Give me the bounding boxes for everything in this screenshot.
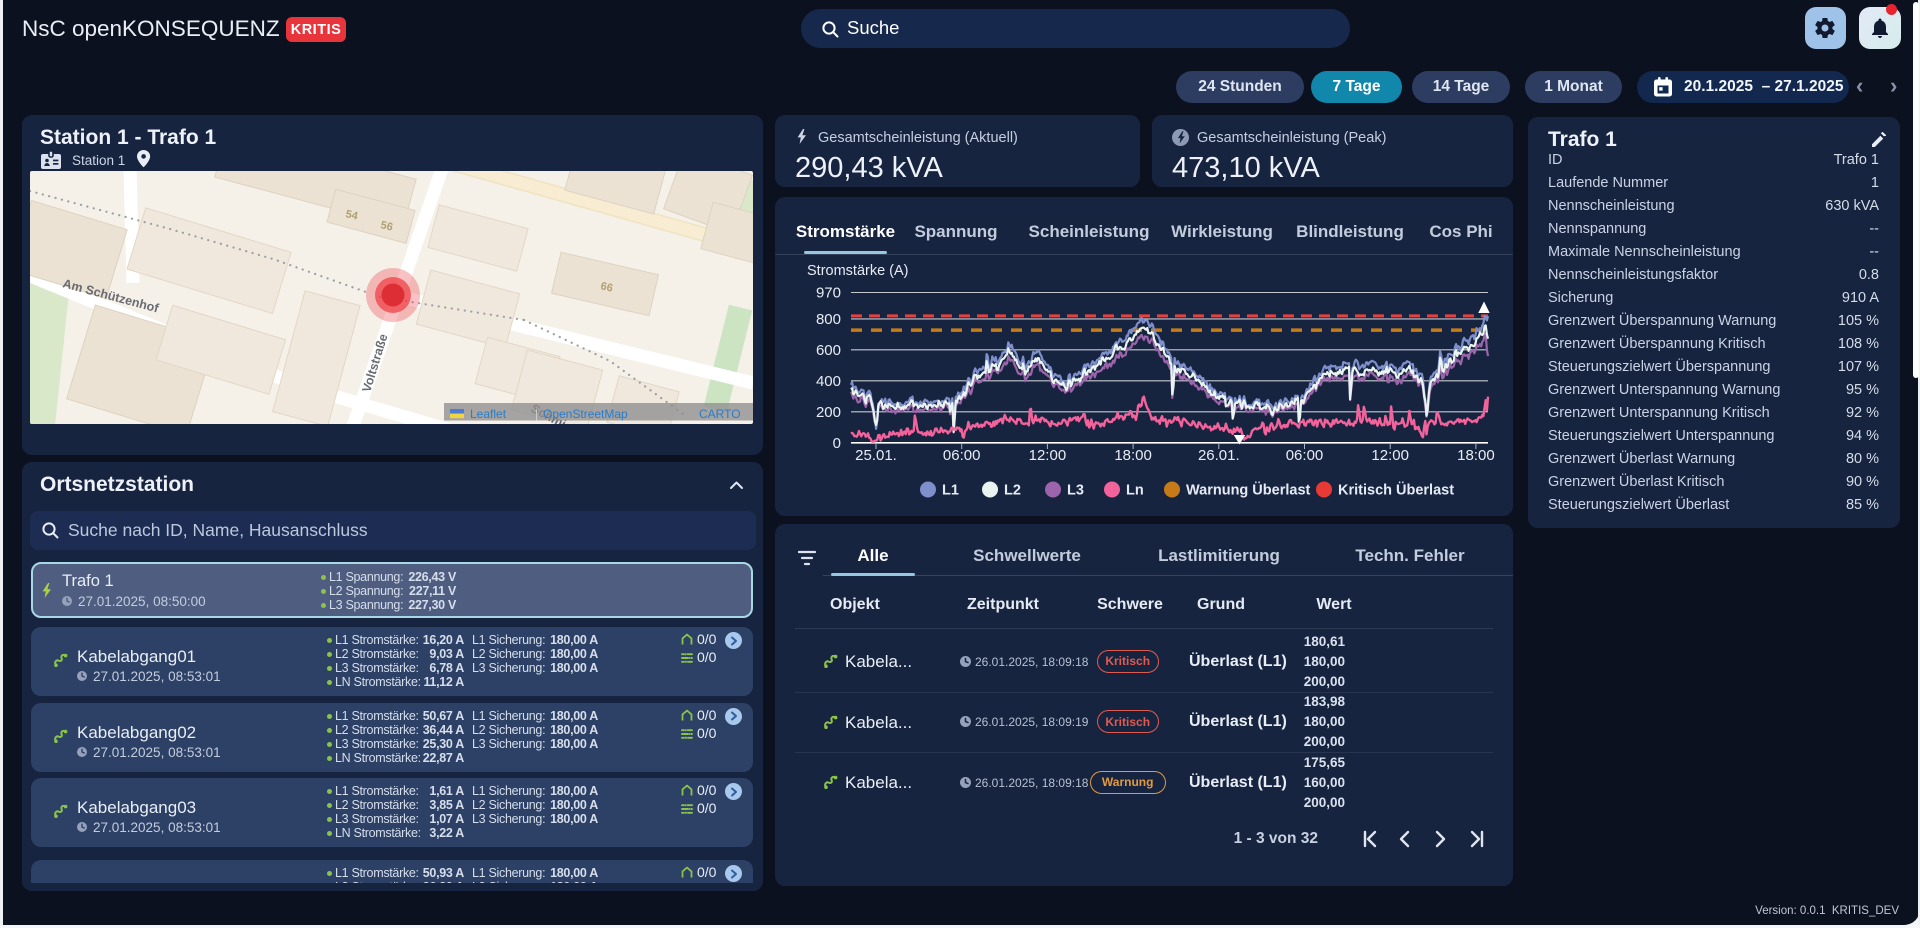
svg-text:18:00: 18:00: [1457, 447, 1495, 464]
svg-text:200: 200: [816, 404, 841, 421]
svg-text:26.01.: 26.01.: [1198, 447, 1240, 464]
svg-text:Ln: Ln: [1126, 483, 1144, 499]
svg-text:800: 800: [816, 311, 841, 328]
svg-text:12:00: 12:00: [1029, 447, 1067, 464]
svg-text:600: 600: [816, 342, 841, 359]
svg-text:Stromstärke (A): Stromstärke (A): [807, 263, 909, 279]
svg-text:06:00: 06:00: [943, 447, 981, 464]
svg-text:CARTO: CARTO: [699, 407, 741, 421]
svg-text:25.01.: 25.01.: [855, 447, 897, 464]
svg-text:18:00: 18:00: [1114, 447, 1152, 464]
svg-text:970: 970: [816, 285, 841, 302]
svg-text:|: |: [535, 407, 538, 421]
svg-text:L3: L3: [1067, 483, 1084, 499]
svg-text:L1: L1: [942, 483, 959, 499]
svg-text:Warnung Überlast: Warnung Überlast: [1186, 482, 1311, 499]
svg-text:L2: L2: [1004, 483, 1021, 499]
svg-text:Kritisch Überlast: Kritisch Überlast: [1338, 482, 1454, 499]
svg-text:400: 400: [816, 373, 841, 390]
svg-text:12:00: 12:00: [1371, 447, 1409, 464]
svg-text:0: 0: [833, 435, 841, 452]
svg-text:OpenStreetMap: OpenStreetMap: [543, 407, 628, 421]
svg-text:06:00: 06:00: [1286, 447, 1324, 464]
svg-text:Leaflet: Leaflet: [470, 407, 507, 421]
